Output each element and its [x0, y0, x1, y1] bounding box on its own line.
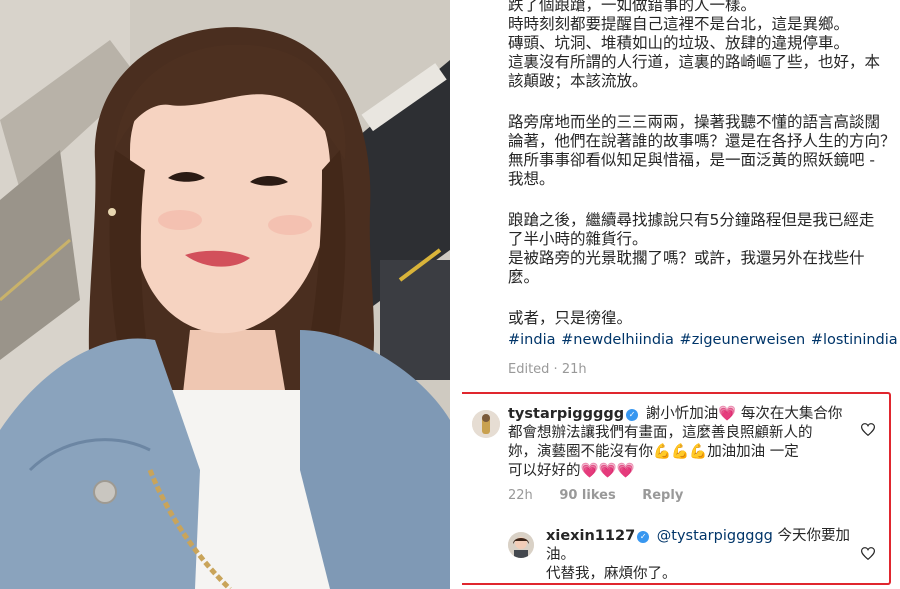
comment: tystarpiggggg ✓ 謝小忻加油💗 每次在大集合你 都會想辦法讓我們有畫… [462, 394, 889, 514]
hashtag-link[interactable]: #lostinindia [811, 332, 898, 348]
comment-text: 今天你要加 [777, 528, 851, 544]
hashtag-link[interactable]: #india [508, 332, 556, 348]
heart-emoji-icon: 💗 [616, 463, 635, 479]
avatar[interactable] [508, 532, 534, 558]
heart-emoji-icon: 💗 [718, 406, 737, 422]
likes-count-link[interactable]: 90 likes [559, 488, 615, 503]
caption-line: 踉蹌之後，繼續尋找據說只有5分鐘路程但是我已經走 [508, 211, 875, 229]
comment-text: 謝小忻加油 [645, 406, 719, 422]
caption-line: 跌了個踉蹌，一如做錯事的人一樣。 [508, 0, 757, 14]
like-heart-icon[interactable] [861, 423, 875, 436]
verified-badge-icon: ✓ [637, 531, 650, 543]
post-photo [0, 0, 450, 589]
comment-username[interactable]: xiexin1127 [546, 528, 635, 544]
hashtag-link[interactable]: #zigeunerweisen [680, 332, 806, 348]
comment-body: tystarpiggggg ✓ 謝小忻加油💗 每次在大集合你 都會想辦法讓我們有畫… [508, 405, 848, 481]
caption-line: 論著，他們在說著誰的故事嗎？還是在各抒人生的方向？ [508, 132, 896, 150]
comment-username[interactable]: tystarpiggggg [508, 406, 624, 422]
caption-line: 磚頭、坑洞、堆積如山的垃圾、放肆的違規停車。 [508, 34, 850, 52]
comment-text: 代替我，麻煩你了。 [546, 566, 677, 582]
verified-badge-icon: ✓ [626, 409, 639, 421]
comment-text: 都會想辦法讓我們有畫面，這麼善良照顧新人的 [508, 425, 813, 441]
caption-line: 或者，只是徬徨。 [508, 309, 633, 327]
muscle-emoji-icon: 💪 [653, 444, 672, 460]
comment-reply: xiexin1127 ✓ @tystarpiggggg 今天你要加 油。 代替我，… [462, 522, 889, 584]
avatar-image [472, 410, 500, 438]
caption-line: 路旁席地而坐的三三兩兩，操著我聽不懂的語言高談闊 [508, 113, 881, 131]
muscle-emoji-icon: 💪 [689, 444, 708, 460]
caption-line: 麼。 [508, 268, 540, 286]
caption-line: 這裏沒有所謂的人行道，這裏的路崎嶇了些，也好，本 [508, 53, 881, 71]
caption-line: 是被路旁的光景耽擱了嗎？或許，我還另外在找些什 [508, 249, 865, 267]
hashtag-link[interactable]: #newdelhiindia [561, 332, 674, 348]
comment-text: 加油加油 一定 [707, 444, 799, 460]
mention-link[interactable]: @tystarpiggggg [657, 528, 773, 544]
caption-line: 我想。 [508, 170, 555, 188]
comment-body: xiexin1127 ✓ @tystarpiggggg 今天你要加 油。 代替我，… [546, 527, 866, 584]
selfie-image [0, 0, 450, 589]
instagram-post-composite: 跌了個踉蹌，一如做錯事的人一樣。 時時刻刻都要提醒自己這裡不是台北，這是異鄉。 … [0, 0, 900, 589]
caption-line: 無所事事卻看似知足與惜福，是一面泛黃的照妖鏡吧 - [508, 151, 876, 169]
post-caption: 跌了個踉蹌，一如做錯事的人一樣。 時時刻刻都要提醒自己這裡不是台北，這是異鄉。 … [508, 0, 896, 328]
reply-button[interactable]: Reply [642, 488, 683, 503]
comment-text: 妳，演藝圈不能沒有你 [508, 444, 653, 460]
comment-text: 每次在大集合你 [740, 406, 843, 422]
avatar-image [508, 532, 534, 558]
caption-line: 該顛跛；本該流放。 [508, 72, 648, 90]
heart-emoji-icon: 💗 [580, 463, 599, 479]
comment-text: 油。 [546, 547, 575, 563]
comment-time: 22h [508, 488, 533, 503]
highlighted-comments: tystarpiggggg ✓ 謝小忻加油💗 每次在大集合你 都會想辦法讓我們有畫… [462, 392, 891, 585]
heart-emoji-icon: 💗 [598, 463, 617, 479]
avatar[interactable] [472, 410, 500, 438]
like-heart-icon[interactable] [861, 547, 875, 560]
comment-text: 可以好好的 [508, 463, 581, 479]
edited-timestamp: Edited · 21h [508, 362, 587, 377]
comment-actions: 22h 90 likes Reply [508, 488, 705, 503]
post-comments-panel: 跌了個踉蹌，一如做錯事的人一樣。 時時刻刻都要提醒自己這裡不是台北，這是異鄉。 … [462, 0, 900, 589]
caption-line: 了半小時的雜貨行。 [508, 230, 648, 248]
muscle-emoji-icon: 💪 [671, 444, 690, 460]
hashtag-list: #india #newdelhiindia #zigeunerweisen #l… [508, 332, 899, 348]
caption-line: 時時刻刻都要提醒自己這裡不是台北，這是異鄉。 [508, 15, 850, 33]
